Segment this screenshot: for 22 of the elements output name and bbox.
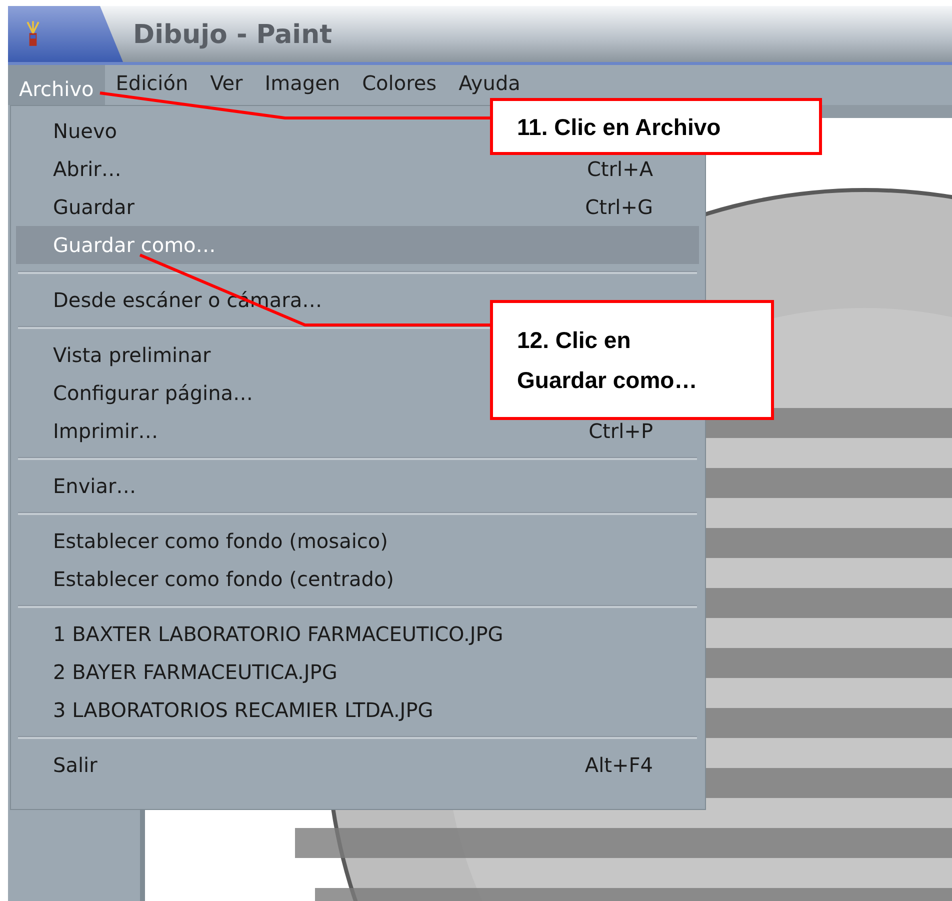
menu-entry[interactable]: Configurar página… xyxy=(16,374,262,412)
menu-entry[interactable]: Establecer como fondo (mosaico) xyxy=(16,522,396,560)
menu-entry[interactable]: Imprimir… Ctrl+P xyxy=(16,412,699,450)
callout-text: Guardar como… xyxy=(517,366,698,395)
menu-entry[interactable]: 2 BAYER FARMACEUTICA.JPG xyxy=(16,653,346,691)
menu-item[interactable]: Ayuda xyxy=(448,65,532,93)
window-title: Dibujo - Paint xyxy=(133,20,332,52)
menu-item[interactable]: Imagen xyxy=(254,65,352,93)
menu-entry[interactable]: Establecer como fondo (centrado) xyxy=(16,560,402,598)
menu-entry[interactable]: Abrir… Ctrl+A xyxy=(16,150,699,188)
callout-text: 12. Clic en xyxy=(517,326,632,355)
menu-entry[interactable]: Nuevo xyxy=(16,112,126,150)
menu-item[interactable]: Edición xyxy=(104,65,200,93)
callout-text: 11. Clic en Archivo xyxy=(517,112,722,142)
menu-entry[interactable]: Salir Alt+F4 xyxy=(16,746,699,784)
menu-item[interactable]: Colores xyxy=(351,65,448,93)
menu-item[interactable]: Ver xyxy=(199,65,254,93)
menu-entry[interactable]: 1 BAXTER LABORATORIO FARMACEUTICO.JPG xyxy=(16,615,512,653)
menu-entry[interactable]: Vista preliminar xyxy=(16,336,219,374)
menu-entry[interactable]: Enviar… xyxy=(16,467,144,505)
menu-entry[interactable]: 3 LABORATORIOS RECAMIER LTDA.JPG xyxy=(16,691,442,729)
menu-entry[interactable]: Guardar Ctrl+G xyxy=(16,188,699,226)
